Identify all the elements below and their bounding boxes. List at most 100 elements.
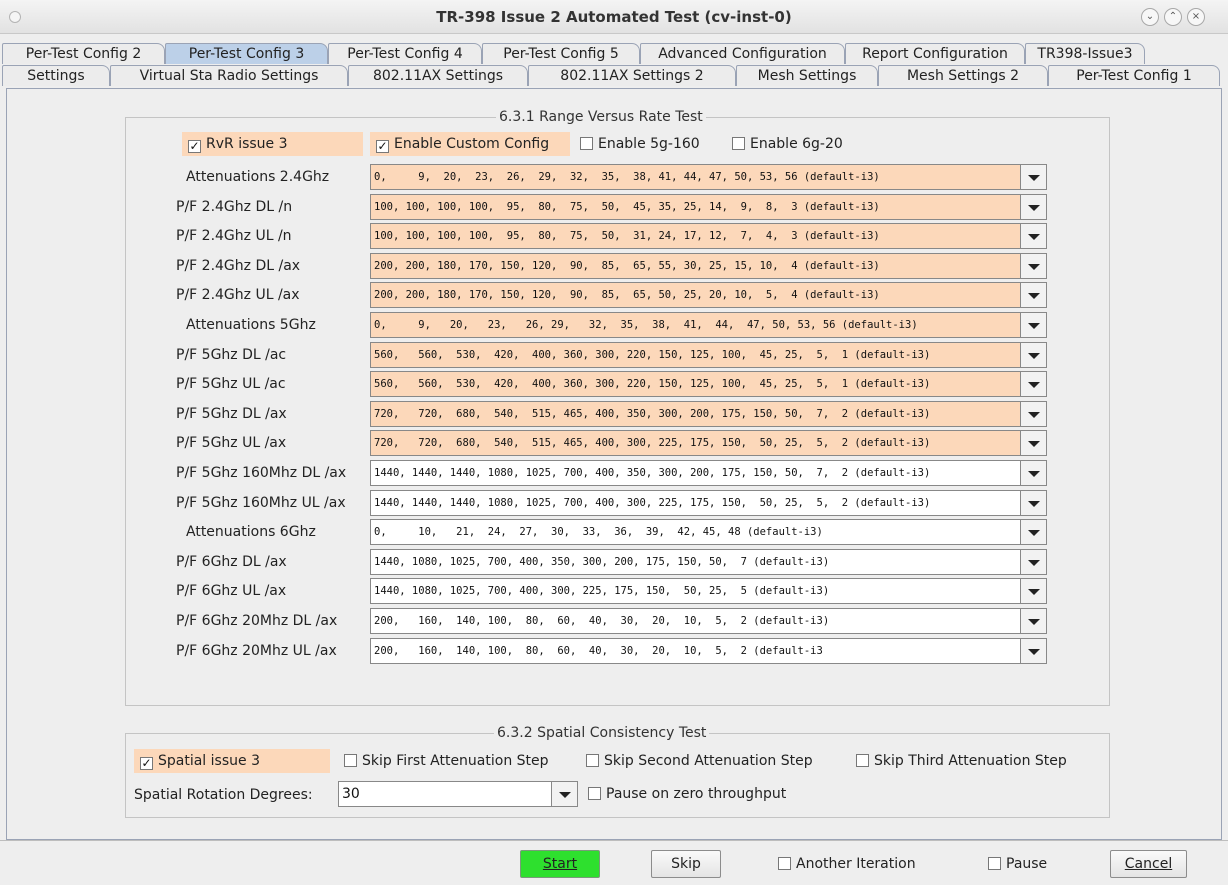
tab-advanced-configuration[interactable]: Advanced Configuration <box>640 43 845 64</box>
tab-virtual-sta-radio-settings[interactable]: Virtual Sta Radio Settings <box>110 65 348 86</box>
chevron-down-icon[interactable] <box>1020 165 1046 189</box>
tab-settings[interactable]: Settings <box>2 65 110 86</box>
pause-label: Pause <box>1006 856 1048 872</box>
row-label-p-f-2-4ghz-ul-ax: P/F 2.4Ghz UL /ax <box>176 287 300 303</box>
tab-row-2: Settings Virtual Sta Radio Settings 802.… <box>0 65 1228 86</box>
combo-value: 0, 9, 20, 23, 26, 29, 32, 35, 38, 41, 44… <box>374 319 918 331</box>
chevron-down-icon[interactable] <box>1020 579 1046 603</box>
pause-checkbox[interactable]: Pause <box>988 852 1047 876</box>
chevron-down-icon[interactable] <box>1020 343 1046 367</box>
tab-80211ax-settings-2[interactable]: 802.11AX Settings 2 <box>528 65 736 86</box>
chevron-down-icon[interactable] <box>1020 550 1046 574</box>
chevron-down-icon[interactable] <box>1020 254 1046 278</box>
skip-button[interactable]: Skip <box>651 850 721 878</box>
chevron-down-icon[interactable] <box>1020 520 1046 544</box>
tab-tr398-issue3[interactable]: TR398-Issue3 <box>1025 43 1145 64</box>
combo-value: 200, 200, 180, 170, 150, 120, 90, 85, 65… <box>374 289 880 301</box>
tab-per-test-config-1[interactable]: Per-Test Config 1 <box>1048 65 1220 86</box>
rotation-degrees-value: 30 <box>342 786 360 802</box>
checkbox-unchecked-icon <box>732 137 745 150</box>
row-label-p-f-6ghz-ul-ax: P/F 6Ghz UL /ax <box>176 583 287 599</box>
tab-mesh-settings[interactable]: Mesh Settings <box>736 65 878 86</box>
chevron-down-icon[interactable] <box>1020 402 1046 426</box>
row-label-p-f-2-4ghz-ul-n: P/F 2.4Ghz UL /n <box>176 228 292 244</box>
pause-zero-label: Pause on zero throughput <box>606 786 787 802</box>
chevron-down-icon[interactable] <box>1020 283 1046 307</box>
enable-5g160-checkbox[interactable]: Enable 5g-160 <box>580 132 700 156</box>
skip-second-checkbox[interactable]: Skip Second Attenuation Step <box>586 749 813 773</box>
combo-p-f-6ghz-ul-ax[interactable]: 1440, 1080, 1025, 700, 400, 300, 225, 17… <box>370 578 1047 604</box>
tab-report-configuration[interactable]: Report Configuration <box>845 43 1025 64</box>
row-label-p-f-6ghz-20mhz-ul-ax: P/F 6Ghz 20Mhz UL /ax <box>176 643 337 659</box>
checkbox-unchecked-icon <box>586 754 599 767</box>
tab-per-test-config-3[interactable]: Per-Test Config 3 <box>165 43 328 64</box>
rvr-group: 6.3.1 Range Versus Rate Test ✓ RvR issue … <box>125 108 1110 706</box>
bottom-bar: Start Skip Another Iteration Pause Cance… <box>0 840 1228 885</box>
tab-mesh-settings-2[interactable]: Mesh Settings 2 <box>878 65 1048 86</box>
tab-per-test-config-5[interactable]: Per-Test Config 5 <box>482 43 640 64</box>
checkbox-unchecked-icon <box>856 754 869 767</box>
skip-first-label: Skip First Attenuation Step <box>362 753 549 769</box>
skip-third-checkbox[interactable]: Skip Third Attenuation Step <box>856 749 1067 773</box>
combo-value: 560, 560, 530, 420, 400, 360, 300, 220, … <box>374 378 931 390</box>
combo-p-f-2-4ghz-dl-n[interactable]: 100, 100, 100, 100, 95, 80, 75, 50, 45, … <box>370 194 1047 220</box>
chevron-down-icon[interactable] <box>1020 461 1046 485</box>
row-label-p-f-5ghz-ul-ac: P/F 5Ghz UL /ac <box>176 376 286 392</box>
rotation-degrees-combo[interactable]: 30 <box>338 781 578 807</box>
cancel-button[interactable]: Cancel <box>1110 850 1187 878</box>
skip-first-checkbox[interactable]: Skip First Attenuation Step <box>344 749 549 773</box>
chevron-down-icon[interactable] <box>1020 431 1046 455</box>
checkbox-unchecked-icon <box>588 787 601 800</box>
another-iteration-checkbox[interactable]: Another Iteration <box>778 852 916 876</box>
combo-p-f-5ghz-ul-ax[interactable]: 720, 720, 680, 540, 515, 465, 400, 300, … <box>370 430 1047 456</box>
combo-attenuations-6ghz[interactable]: 0, 10, 21, 24, 27, 30, 33, 36, 39, 42, 4… <box>370 519 1047 545</box>
checkbox-checked-icon: ✓ <box>188 139 201 153</box>
combo-p-f-5ghz-160mhz-dl-ax[interactable]: 1440, 1440, 1440, 1080, 1025, 700, 400, … <box>370 460 1047 486</box>
row-label-p-f-2-4ghz-dl-n: P/F 2.4Ghz DL /n <box>176 199 293 215</box>
combo-attenuations-5ghz[interactable]: 0, 9, 20, 23, 26, 29, 32, 35, 38, 41, 44… <box>370 312 1047 338</box>
start-button-label: Start <box>542 856 578 872</box>
combo-p-f-2-4ghz-ul-ax[interactable]: 200, 200, 180, 170, 150, 120, 90, 85, 65… <box>370 282 1047 308</box>
chevron-down-icon[interactable] <box>1020 224 1046 248</box>
close-icon[interactable]: × <box>1187 8 1205 26</box>
rvr-issue3-checkbox[interactable]: ✓ RvR issue 3 <box>182 132 363 156</box>
combo-attenuations-2-4ghz[interactable]: 0, 9, 20, 23, 26, 29, 32, 35, 38, 41, 44… <box>370 164 1047 190</box>
combo-p-f-6ghz-20mhz-dl-ax[interactable]: 200, 160, 140, 100, 80, 60, 40, 30, 20, … <box>370 608 1047 634</box>
combo-p-f-6ghz-dl-ax[interactable]: 1440, 1080, 1025, 700, 400, 350, 300, 20… <box>370 549 1047 575</box>
combo-value: 560, 560, 530, 420, 400, 360, 300, 220, … <box>374 349 931 361</box>
combo-value: 1440, 1440, 1440, 1080, 1025, 700, 400, … <box>374 467 931 479</box>
chevron-down-icon[interactable] <box>1020 372 1046 396</box>
custom-config-checkbox[interactable]: ✓ Enable Custom Config <box>370 132 570 156</box>
tab-per-test-config-4[interactable]: Per-Test Config 4 <box>328 43 482 64</box>
cancel-button-label: Cancel <box>1124 856 1173 872</box>
tab-80211ax-settings[interactable]: 802.11AX Settings <box>348 65 528 86</box>
combo-p-f-5ghz-dl-ac[interactable]: 560, 560, 530, 420, 400, 360, 300, 220, … <box>370 342 1047 368</box>
chevron-down-icon[interactable] <box>1020 491 1046 515</box>
minimize-icon[interactable]: ⌄ <box>1141 8 1159 26</box>
chevron-down-icon[interactable] <box>1020 195 1046 219</box>
chevron-down-icon[interactable] <box>551 782 577 806</box>
chevron-down-icon[interactable] <box>1020 609 1046 633</box>
spatial-issue3-label: Spatial issue 3 <box>158 753 260 769</box>
skip-second-label: Skip Second Attenuation Step <box>604 753 813 769</box>
combo-p-f-6ghz-20mhz-ul-ax[interactable]: 200, 160, 140, 100, 80, 60, 40, 30, 20, … <box>370 638 1047 664</box>
combo-p-f-5ghz-dl-ax[interactable]: 720, 720, 680, 540, 515, 465, 400, 350, … <box>370 401 1047 427</box>
chevron-down-icon[interactable] <box>1020 313 1046 337</box>
combo-p-f-2-4ghz-ul-n[interactable]: 100, 100, 100, 100, 95, 80, 75, 50, 31, … <box>370 223 1047 249</box>
start-button[interactable]: Start <box>520 850 600 878</box>
combo-value: 200, 160, 140, 100, 80, 60, 40, 30, 20, … <box>374 645 823 657</box>
enable-6g20-checkbox[interactable]: Enable 6g-20 <box>732 132 843 156</box>
spatial-issue3-checkbox[interactable]: ✓ Spatial issue 3 <box>134 749 330 773</box>
combo-p-f-5ghz-ul-ac[interactable]: 560, 560, 530, 420, 400, 360, 300, 220, … <box>370 371 1047 397</box>
tab-per-test-config-2[interactable]: Per-Test Config 2 <box>2 43 165 64</box>
rotation-degrees-label: Spatial Rotation Degrees: <box>134 787 313 803</box>
combo-value: 1440, 1080, 1025, 700, 400, 300, 225, 17… <box>374 585 830 597</box>
checkbox-unchecked-icon <box>988 857 1001 870</box>
combo-p-f-5ghz-160mhz-ul-ax[interactable]: 1440, 1440, 1440, 1080, 1025, 700, 400, … <box>370 490 1047 516</box>
chevron-down-icon[interactable] <box>1020 639 1046 663</box>
enable-5g160-label: Enable 5g-160 <box>598 136 700 152</box>
maximize-icon[interactable]: ⌃ <box>1164 8 1182 26</box>
combo-p-f-2-4ghz-dl-ax[interactable]: 200, 200, 180, 170, 150, 120, 90, 85, 65… <box>370 253 1047 279</box>
pause-zero-checkbox[interactable]: Pause on zero throughput <box>588 782 786 806</box>
window-titlebar: TR-398 Issue 2 Automated Test (cv-inst-0… <box>0 0 1228 34</box>
